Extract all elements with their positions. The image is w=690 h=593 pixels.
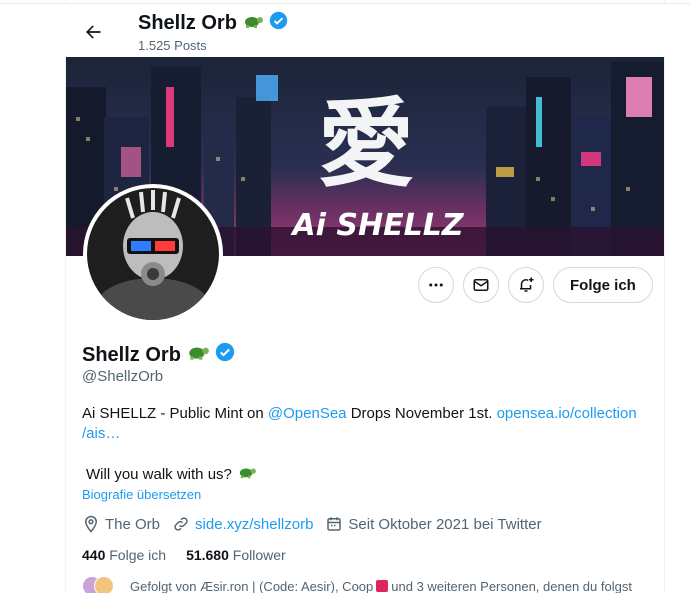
bio-line-2: Will you walk with us?: [86, 464, 257, 484]
followers-count-link[interactable]: 51.680 Follower: [186, 547, 286, 563]
notify-button[interactable]: [508, 267, 544, 303]
turtle-icon: [242, 12, 264, 36]
location-item: The Orb: [82, 515, 160, 533]
followed-by-text: Gefolgt von Æsir.ron | (Code: Aesir), Co…: [130, 578, 374, 593]
bio-text-3: Will you walk with us?: [86, 465, 232, 483]
followers-label: Follower: [232, 547, 286, 563]
profile-handle: @ShellzOrb: [82, 368, 164, 385]
post-count: 1.525 Posts: [138, 38, 207, 53]
website-item: side.xyz/shellzorb: [172, 515, 313, 533]
more-button[interactable]: [418, 267, 454, 303]
more-dots-icon: [429, 283, 443, 287]
follower-avatars: [82, 576, 122, 593]
header-name: Shellz Orb: [138, 12, 237, 34]
envelope-icon: [473, 279, 489, 291]
profile-meta: The Orb side.xyz/shellzorb Seit Oktober …: [82, 515, 554, 533]
profile-bio: Ai SHELLZ - Public Mint on @OpenSea Drop…: [82, 404, 652, 444]
turtle-icon: [237, 464, 257, 484]
banner-kanji: 愛: [318, 87, 414, 200]
opensea-collection-link[interactable]: opensea.io/collection: [497, 405, 637, 422]
profile-header-bar: Shellz Orb 1.525 Posts: [65, 4, 665, 57]
avatar-image: [87, 188, 219, 320]
location-text: The Orb: [105, 515, 161, 533]
display-name: Shellz Orb: [82, 343, 181, 366]
header-title: Shellz Orb: [138, 11, 288, 36]
opensea-collection-link-cont[interactable]: /ais…: [82, 425, 120, 442]
mini-avatar: [94, 576, 114, 593]
followers-count: 51.680: [186, 547, 229, 563]
message-button[interactable]: [463, 267, 499, 303]
joined-item: Seit Oktober 2021 bei Twitter: [325, 515, 542, 533]
following-button[interactable]: Folge ich: [553, 267, 653, 303]
arrow-left-icon: [86, 25, 101, 39]
verified-badge-icon[interactable]: [215, 342, 235, 368]
bio-text-1: Ai SHELLZ - Public Mint on: [82, 405, 268, 422]
following-count: 440: [82, 547, 106, 563]
following-label: Folge ich: [109, 547, 167, 563]
banner-title: Ai SHELLZ: [290, 208, 464, 243]
follow-counts: 440 Folge ich 51.680 Follower: [82, 547, 286, 563]
followed-by-suffix: und 3 weiteren Personen, denen du folgst: [391, 578, 632, 593]
verified-badge-icon: [269, 11, 288, 36]
profile-actions: Folge ich: [418, 267, 653, 303]
bell-plus-icon: [520, 277, 534, 292]
website-link[interactable]: side.xyz/shellzorb: [195, 516, 313, 533]
profile-name: Shellz Orb: [82, 342, 235, 368]
followed-by-row[interactable]: Gefolgt von Æsir.ron | (Code: Aesir), Co…: [82, 576, 632, 593]
joined-text: Seit Oktober 2021 bei Twitter: [348, 515, 542, 533]
profile-avatar[interactable]: [83, 184, 223, 324]
translate-bio-link[interactable]: Biografie übersetzen: [82, 487, 201, 502]
siren-emoji-icon: [376, 580, 389, 592]
opensea-mention-link[interactable]: @OpenSea: [268, 405, 347, 422]
calendar-icon: [327, 517, 342, 531]
following-count-link[interactable]: 440 Folge ich: [82, 547, 166, 563]
link-icon: [174, 517, 188, 531]
back-button[interactable]: [79, 18, 107, 46]
location-pin-icon: [84, 515, 98, 533]
turtle-icon: [186, 342, 210, 368]
bio-text-2: Drops November 1st.: [346, 405, 497, 422]
